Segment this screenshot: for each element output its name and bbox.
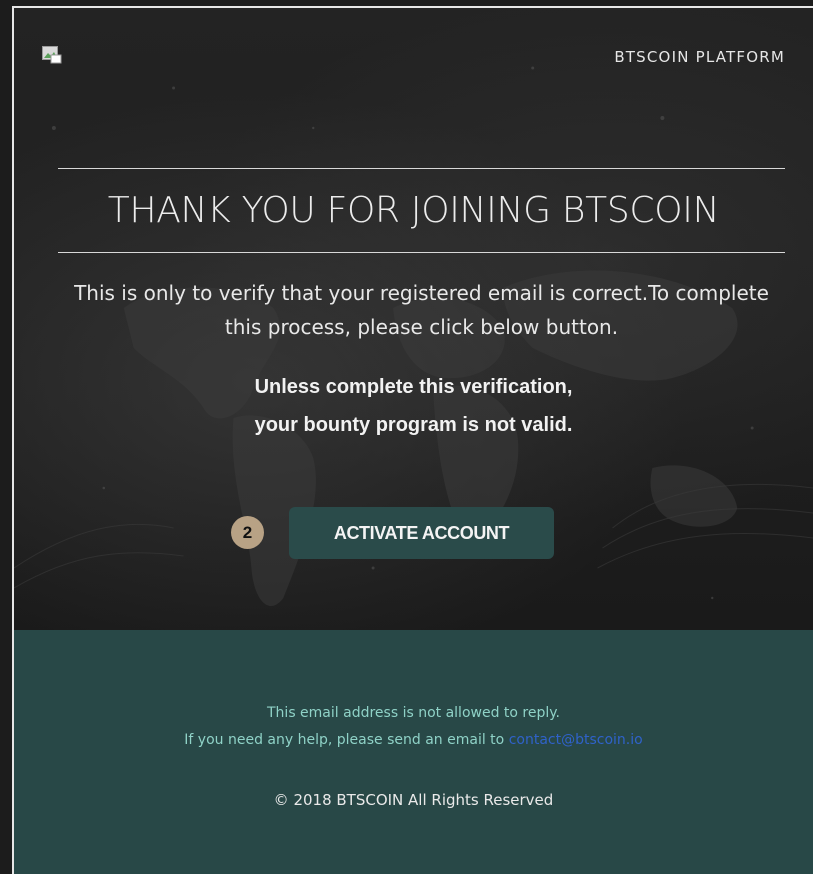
activate-account-button[interactable]: ACTIVATE ACCOUNT: [289, 507, 554, 559]
broken-image-icon: [42, 46, 62, 64]
email-frame: BTSCOIN PLATFORM THANK YOU FOR JOINING B…: [12, 6, 813, 874]
warning-line-1: Unless complete this verification,: [254, 376, 573, 398]
verification-intro-text: This is only to verify that your registe…: [74, 281, 769, 339]
no-reply-notice: This email address is not allowed to rep…: [267, 705, 560, 721]
help-contact-line: If you need any help, please send an ema…: [14, 732, 813, 748]
hero-section: BTSCOIN PLATFORM THANK YOU FOR JOINING B…: [14, 8, 813, 630]
step-number-badge: 2: [231, 516, 264, 549]
contact-email-link[interactable]: contact@btscoin.io: [509, 732, 643, 748]
footer: This email address is not allowed to rep…: [14, 630, 813, 874]
help-text: If you need any help, please send an ema…: [184, 732, 505, 748]
verification-warning: Unless complete this verification, your …: [14, 368, 813, 444]
title-divider-top: [58, 168, 785, 169]
platform-label: BTSCOIN PLATFORM: [614, 48, 785, 66]
page-title: THANK YOU FOR JOINING BTSCOIN: [107, 190, 720, 231]
copyright-text: © 2018 BTSCOIN All Rights Reserved: [273, 791, 554, 809]
warning-line-2: your bounty program is not valid.: [254, 414, 573, 436]
title-divider-bottom: [58, 252, 785, 253]
